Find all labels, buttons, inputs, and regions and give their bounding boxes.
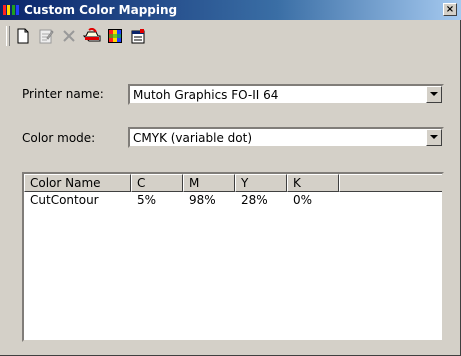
- toolbar: [0, 20, 461, 52]
- color-mode-select[interactable]: CMYK (variable dot): [128, 127, 444, 148]
- column-header-k[interactable]: K: [287, 174, 339, 192]
- column-header-empty[interactable]: [339, 174, 442, 192]
- printer-name-value: Mutoh Graphics FO-II 64: [133, 88, 279, 102]
- cell-m: 98%: [189, 193, 216, 207]
- table-row[interactable]: CutContour 5% 98% 28% 0%: [24, 192, 339, 209]
- chevron-down-icon[interactable]: [426, 129, 442, 146]
- printer-name-select[interactable]: Mutoh Graphics FO-II 64: [128, 84, 444, 105]
- cell-color-name: CutContour: [30, 193, 99, 207]
- color-mode-value: CMYK (variable dot): [133, 131, 252, 145]
- import-icon[interactable]: [82, 26, 102, 46]
- color-mapping-list[interactable]: Color Name C M Y K CutContour 5% 98% 28%…: [22, 172, 444, 342]
- color-palette-icon[interactable]: [105, 26, 125, 46]
- column-header-m[interactable]: M: [183, 174, 235, 192]
- window-title: Custom Color Mapping: [24, 3, 178, 17]
- app-icon: [3, 3, 19, 17]
- cell-c: 5%: [137, 193, 157, 207]
- delete-icon[interactable]: [59, 26, 79, 46]
- custom-color-mapping-dialog: Custom Color Mapping × Printer name: Mut…: [0, 0, 461, 356]
- close-button[interactable]: ×: [443, 3, 457, 16]
- column-header-color-name[interactable]: Color Name: [24, 174, 131, 192]
- column-header-c[interactable]: C: [131, 174, 183, 192]
- edit-icon[interactable]: [36, 26, 56, 46]
- properties-icon[interactable]: [128, 26, 148, 46]
- cell-k: 0%: [293, 193, 313, 207]
- new-icon[interactable]: [13, 26, 33, 46]
- toolbar-grip[interactable]: [6, 26, 10, 46]
- color-mode-label: Color mode:: [22, 131, 96, 145]
- chevron-down-icon[interactable]: [426, 86, 442, 103]
- list-header: Color Name C M Y K: [24, 174, 442, 192]
- title-bar[interactable]: Custom Color Mapping ×: [0, 0, 461, 20]
- cell-y: 28%: [241, 193, 268, 207]
- column-header-y[interactable]: Y: [235, 174, 287, 192]
- printer-name-label: Printer name:: [22, 87, 104, 101]
